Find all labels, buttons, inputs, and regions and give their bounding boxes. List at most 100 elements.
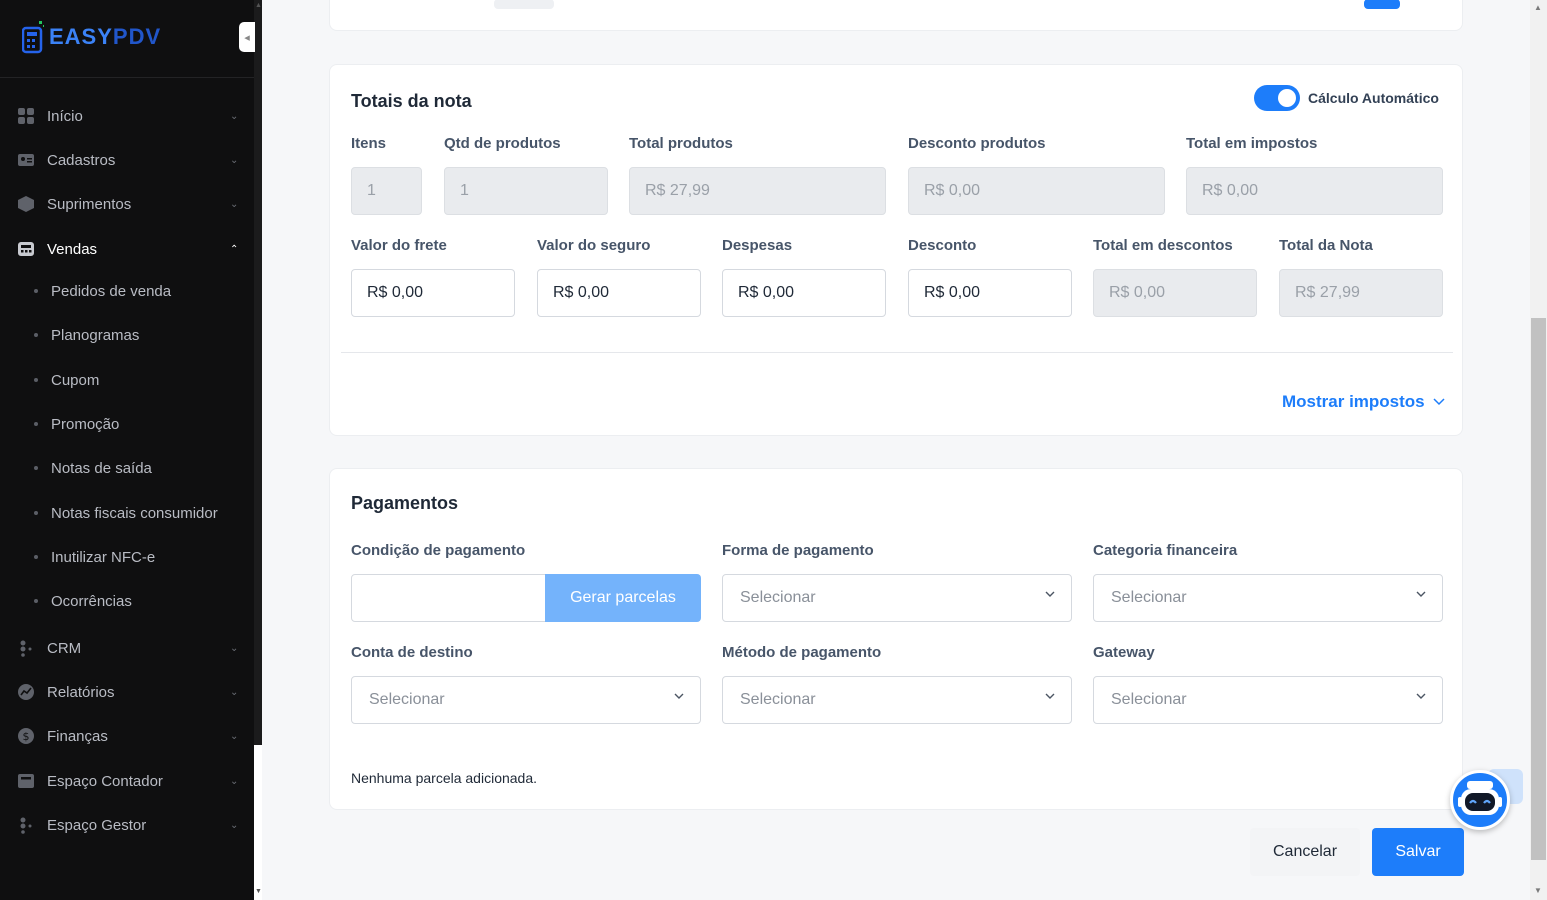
gateway-select[interactable]: Selecionar xyxy=(1093,676,1443,724)
sidebar-subitem-notas-fiscais-consumidor[interactable]: Notas fiscais consumidor xyxy=(0,495,254,531)
sidebar-subitem-ocorrencias[interactable]: Ocorrências xyxy=(0,583,254,619)
forma-pagamento-label: Forma de pagamento xyxy=(722,542,874,559)
chevron-up-icon: ⌃ xyxy=(230,243,239,255)
sidebar-subitem-notas-de-saida[interactable]: Notas de saída xyxy=(0,450,254,486)
sidebar-item-espaco-contador[interactable]: Espaço Contador ⌄ xyxy=(0,761,254,801)
valor-seguro-input[interactable]: R$ 0,00 xyxy=(537,269,701,317)
gerar-parcelas-button[interactable]: Gerar parcelas xyxy=(545,574,701,622)
chevron-down-icon xyxy=(674,693,684,699)
sidebar-item-label: Espaço Contador xyxy=(47,772,163,790)
metodo-pagamento-select[interactable]: Selecionar xyxy=(722,676,1072,724)
forma-pagamento-select[interactable]: Selecionar xyxy=(722,574,1072,622)
itens-field: 1 xyxy=(351,167,422,215)
categoria-financeira-select[interactable]: Selecionar xyxy=(1093,574,1443,622)
sidebar-item-label: Início xyxy=(47,107,83,125)
cancel-button[interactable]: Cancelar xyxy=(1250,828,1360,876)
despesas-input[interactable]: R$ 0,00 xyxy=(722,269,886,317)
desconto-label: Desconto xyxy=(908,237,977,254)
collapse-sidebar-button[interactable]: ◂ xyxy=(239,22,255,52)
chevron-down-icon xyxy=(1433,398,1445,406)
show-taxes-label: Mostrar impostos xyxy=(1282,392,1425,411)
chevron-left-icon: ◂ xyxy=(244,31,250,44)
scroll-up-arrow-icon[interactable]: ▲ xyxy=(255,2,262,9)
partial-blue-button[interactable] xyxy=(1364,0,1400,9)
sidebar-item-cadastros[interactable]: Cadastros ⌄ xyxy=(0,140,254,180)
sidebar-item-label: Cadastros xyxy=(47,151,116,169)
sidebar-subitem-planogramas[interactable]: Planogramas xyxy=(0,317,254,353)
pagamentos-title: Pagamentos xyxy=(351,493,459,513)
chevron-down-icon: ⌄ xyxy=(230,198,239,210)
box-icon xyxy=(18,196,34,212)
auto-calc-toggle[interactable] xyxy=(1254,85,1300,111)
cash-register-icon xyxy=(18,242,34,256)
sidebar-item-label: CRM xyxy=(47,639,82,657)
svg-text:$: $ xyxy=(23,730,30,743)
sidebar-subitem-label: Notas de saída xyxy=(51,459,152,477)
sidebar-scrollbar-thumb[interactable] xyxy=(254,0,262,745)
desconto-produtos-field: R$ 0,00 xyxy=(908,167,1165,215)
sidebar-divider xyxy=(0,77,254,78)
desconto-input[interactable]: R$ 0,00 xyxy=(908,269,1072,317)
empty-parcelas-message: Nenhuma parcela adicionada. xyxy=(351,770,538,786)
cond-pagamento-input[interactable] xyxy=(351,574,546,622)
manager-icon xyxy=(20,817,32,834)
valor-frete-label: Valor do frete xyxy=(351,237,447,254)
gateway-label: Gateway xyxy=(1093,644,1155,661)
sidebar: EASYPDV Início ⌄ Cadastros ⌄ Suprimentos… xyxy=(0,0,262,900)
sidebar-subitem-label: Planogramas xyxy=(51,326,140,344)
scroll-up-arrow-icon[interactable]: ▲ xyxy=(1534,3,1542,12)
section-divider xyxy=(341,352,1453,353)
bullet-icon xyxy=(34,333,38,337)
chevron-down-icon: ⌄ xyxy=(230,686,239,698)
sidebar-subitem-label: Promoção xyxy=(51,415,120,433)
bullet-icon xyxy=(34,511,38,515)
sidebar-subitem-label: Notas fiscais consumidor xyxy=(51,504,218,522)
chevron-down-icon: ⌄ xyxy=(230,642,239,654)
bullet-icon xyxy=(34,422,38,426)
bullet-icon xyxy=(34,555,38,559)
brand-logo[interactable]: EASYPDV xyxy=(22,20,161,54)
partial-control[interactable] xyxy=(494,0,554,9)
toggle-knob xyxy=(1278,89,1296,107)
sidebar-subitem-cupom[interactable]: Cupom xyxy=(0,362,254,398)
totais-title: Totais da nota xyxy=(351,91,472,111)
despesas-label: Despesas xyxy=(722,237,793,254)
total-impostos-field: R$ 0,00 xyxy=(1186,167,1443,215)
valor-frete-input[interactable]: R$ 0,00 xyxy=(351,269,515,317)
total-descontos-field: R$ 0,00 xyxy=(1093,269,1257,317)
sidebar-item-espaco-gestor[interactable]: Espaço Gestor ⌄ xyxy=(0,805,254,845)
bullet-icon xyxy=(34,466,38,470)
logo-icon xyxy=(22,21,44,54)
sidebar-item-relatorios[interactable]: Relatórios ⌄ xyxy=(0,672,254,712)
chart-icon xyxy=(18,684,34,700)
bullet-icon xyxy=(34,289,38,293)
select-placeholder: Selecionar xyxy=(740,691,816,708)
show-taxes-link[interactable]: Mostrar impostos xyxy=(1282,392,1445,412)
select-placeholder: Selecionar xyxy=(1111,691,1187,708)
page-scrollbar-thumb[interactable] xyxy=(1531,318,1546,860)
chatbot-button[interactable] xyxy=(1450,770,1510,830)
sidebar-item-label: Espaço Gestor xyxy=(47,816,147,834)
sidebar-item-crm[interactable]: CRM ⌄ xyxy=(0,628,254,668)
conta-destino-select[interactable]: Selecionar xyxy=(351,676,701,724)
sidebar-item-inicio[interactable]: Início ⌄ xyxy=(0,96,254,136)
scroll-down-arrow-icon[interactable]: ▼ xyxy=(255,888,262,895)
sidebar-subitem-pedidos-de-venda[interactable]: Pedidos de venda xyxy=(0,273,254,309)
sidebar-subitem-promocao[interactable]: Promoção xyxy=(0,406,254,442)
save-button[interactable]: Salvar xyxy=(1372,828,1464,876)
chevron-down-icon xyxy=(1416,591,1426,597)
total-produtos-field: R$ 27,99 xyxy=(629,167,886,215)
robot-icon xyxy=(1458,781,1502,815)
sidebar-subitem-inutilizar-nfce[interactable]: Inutilizar NFC-e xyxy=(0,539,254,575)
chevron-down-icon xyxy=(1416,693,1426,699)
sidebar-item-vendas[interactable]: Vendas ⌃ xyxy=(0,229,254,269)
sidebar-item-label: Vendas xyxy=(47,240,98,258)
conta-destino-label: Conta de destino xyxy=(351,644,473,661)
qtd-produtos-label: Qtd de produtos xyxy=(444,135,561,152)
total-descontos-label: Total em descontos xyxy=(1093,237,1233,254)
scroll-down-arrow-icon[interactable]: ▼ xyxy=(1534,886,1542,895)
sidebar-item-label: Relatórios xyxy=(47,683,115,701)
sidebar-item-suprimentos[interactable]: Suprimentos ⌄ xyxy=(0,184,254,224)
total-impostos-label: Total em impostos xyxy=(1186,135,1318,152)
sidebar-item-financas[interactable]: $ Finanças ⌄ xyxy=(0,716,254,756)
